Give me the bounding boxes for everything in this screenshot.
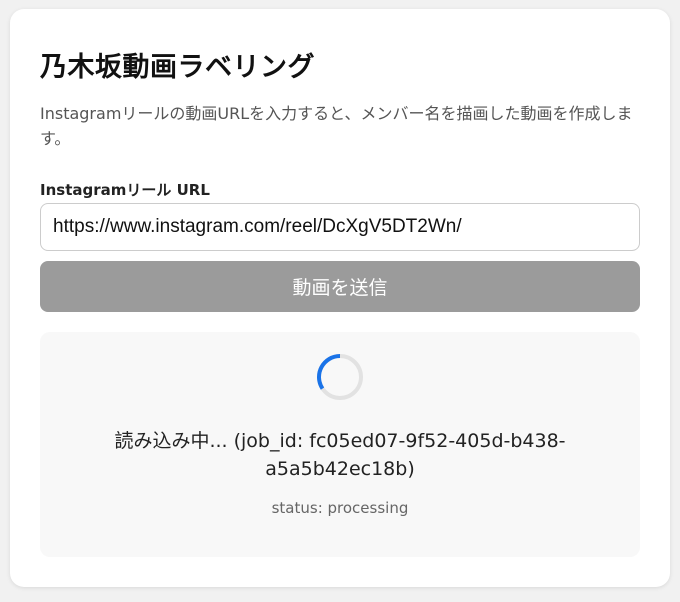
url-field-label: Instagramリール URL — [40, 181, 210, 199]
submit-video-button[interactable]: 動画を送信 — [40, 261, 640, 312]
status-panel: 読み込み中... (job_id: fc05ed07-9f52-405d-b43… — [40, 332, 640, 557]
loading-spinner-icon — [317, 354, 363, 400]
page-description: Instagramリールの動画URLを入力すると、メンバー名を描画した動画を作成… — [40, 104, 633, 148]
main-card: 乃木坂動画ラベリング Instagramリールの動画URLを入力すると、メンバー… — [10, 9, 670, 587]
instagram-url-input[interactable] — [40, 203, 640, 251]
job-status-text: status: processing — [271, 499, 409, 517]
loading-message: 読み込み中... (job_id: fc05ed07-9f52-405d-b43… — [114, 430, 566, 480]
page-title: 乃木坂動画ラベリング — [40, 52, 315, 83]
